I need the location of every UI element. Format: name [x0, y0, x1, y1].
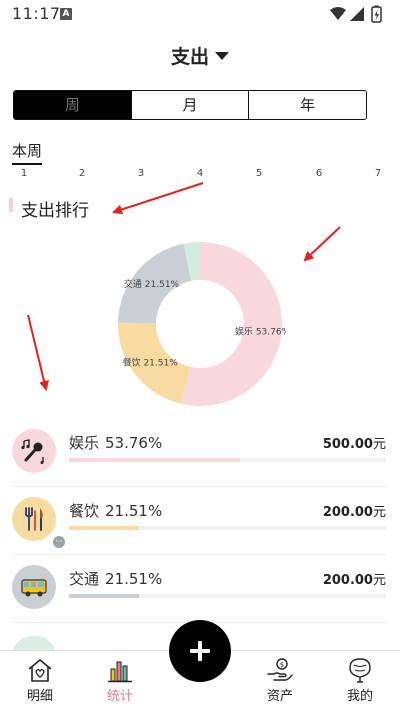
list-item-category[interactable]: ··· 餐饮 21.51% 200.00元: [0, 487, 400, 555]
hand-coin-icon: $: [267, 658, 293, 681]
category-progress-fill: [69, 526, 139, 530]
week-tab-indicator: [12, 163, 42, 165]
donut-slice-label: 娱乐 53.76%: [235, 325, 286, 337]
category-label: 娱乐 53.76%: [69, 434, 163, 452]
category-label: 交通 21.51%: [69, 570, 163, 588]
caret-down-icon: [215, 51, 229, 60]
wifi-icon: [330, 7, 346, 20]
week-number[interactable]: 5: [252, 168, 266, 179]
nav-label: 统计: [106, 689, 133, 704]
section-title: 支出排行: [21, 201, 89, 221]
category-icon-bg: [12, 565, 56, 609]
list-item-category[interactable]: 交通 21.51% 200.00元: [0, 555, 400, 623]
week-number[interactable]: 2: [75, 168, 89, 179]
week-tab-current[interactable]: 本周: [12, 140, 42, 161]
nav-label: 资产: [266, 689, 293, 704]
nav-label: 明细: [26, 689, 53, 704]
music-microphone-icon: [21, 439, 44, 464]
status-time: 11:17: [12, 4, 61, 23]
type-switcher[interactable]: 支出: [0, 42, 400, 70]
balloon-icon: [349, 658, 371, 683]
annotation-arrow: [27, 314, 49, 391]
category-label: 餐饮 21.51%: [69, 502, 163, 520]
nav-label: 我的: [346, 689, 373, 704]
nav-item-profile[interactable]: 我的: [330, 657, 390, 704]
statistics-page: 11:17 A 支出 周 月 年 本周 1 2 3 4 5 6 7 支出排行 娱…: [0, 0, 400, 710]
nav-item-assets[interactable]: $ 资产: [250, 657, 310, 704]
nav-item-details[interactable]: 明细: [10, 657, 70, 704]
week-number-strip: 1 2 3 4 5 6 7: [0, 168, 400, 184]
tab-year[interactable]: 年: [249, 91, 366, 119]
week-number[interactable]: 1: [17, 168, 31, 179]
plus-icon: [198, 641, 202, 661]
annotation-arrow: [303, 226, 341, 262]
nav-item-statistics[interactable]: 统计: [90, 657, 150, 704]
more-icon: ···: [52, 535, 66, 549]
section-accent-bar: [9, 198, 13, 212]
bus-icon: [21, 579, 47, 597]
notification-a-icon: A: [60, 8, 72, 20]
expense-donut-chart: 娱乐 53.76% 餐饮 21.51% 交通 21.51%: [118, 242, 286, 406]
svg-text:$: $: [280, 661, 284, 669]
period-segmented-control: 周 月 年: [13, 90, 367, 120]
category-progress-fill: [69, 458, 241, 462]
bar-chart-icon: [108, 661, 132, 683]
add-record-button[interactable]: [169, 620, 231, 682]
category-amount: 200.00元: [322, 505, 386, 520]
category-progress-fill: [69, 594, 139, 598]
category-icon-bg: [12, 429, 56, 473]
status-bar: 11:17 A: [0, 0, 400, 28]
donut-slice-label: 餐饮 21.51%: [123, 357, 179, 369]
page-title: 支出: [170, 46, 209, 68]
category-amount: 500.00元: [322, 437, 386, 452]
category-progress-track: [69, 458, 386, 462]
annotation-arrow: [112, 182, 204, 215]
category-amount: 200.00元: [322, 573, 386, 588]
fork-knife-icon: [25, 507, 43, 531]
category-icon-bg: ···: [12, 497, 66, 549]
tab-week[interactable]: 周: [14, 91, 132, 119]
status-icons: [330, 5, 382, 23]
tab-month[interactable]: 月: [132, 91, 250, 119]
category-progress-track: [69, 594, 386, 598]
week-number[interactable]: 3: [134, 168, 148, 179]
list-item-category[interactable]: 娱乐 53.76% 500.00元: [0, 419, 400, 487]
category-progress-track: [69, 526, 386, 530]
house-heart-icon: [28, 659, 52, 682]
donut-slice-label: 交通 21.51%: [124, 278, 180, 290]
signal-icon: [350, 7, 364, 21]
week-number[interactable]: 7: [371, 168, 385, 179]
week-number[interactable]: 6: [312, 168, 326, 179]
week-number[interactable]: 4: [193, 168, 207, 179]
